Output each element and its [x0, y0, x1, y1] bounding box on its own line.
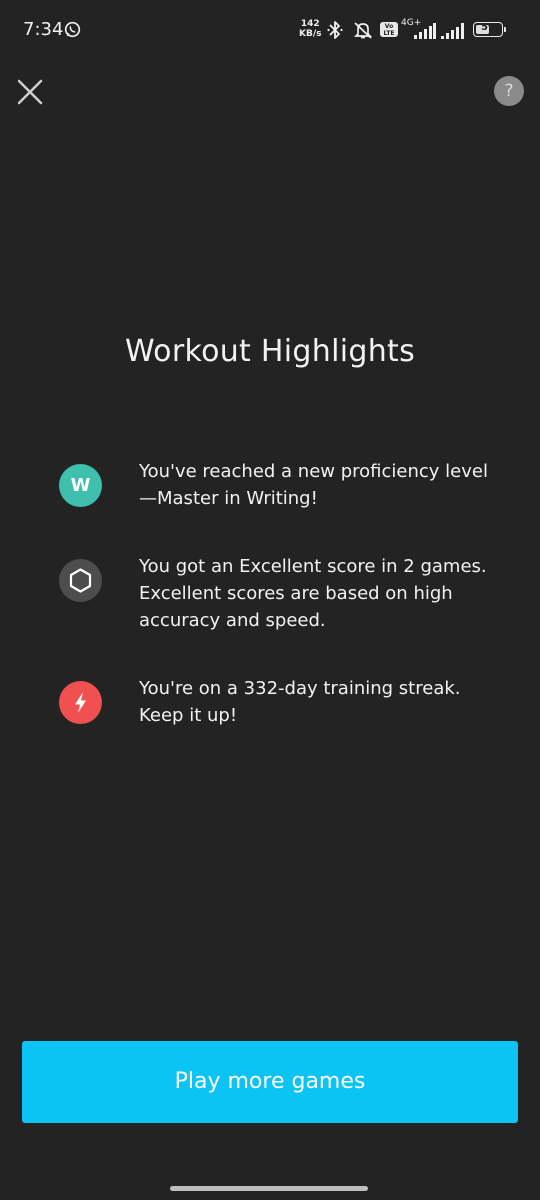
help-icon: ? — [504, 81, 514, 101]
highlight-line: Keep it up! — [139, 705, 238, 726]
highlight-text: You got an Excellent score in 2 games. E… — [139, 553, 519, 634]
volte-label-top: Vo — [384, 23, 394, 30]
writing-badge-label: W — [70, 475, 91, 496]
highlight-text: You're on a 332-day training streak. Kee… — [139, 675, 519, 729]
whatsapp-icon — [64, 21, 81, 38]
highlight-line: accuracy and speed. — [139, 610, 326, 631]
help-button[interactable]: ? — [494, 76, 524, 106]
status-time: 7:34 — [23, 19, 64, 40]
signal-icon — [441, 23, 464, 39]
close-button[interactable] — [14, 76, 46, 108]
close-icon — [17, 79, 43, 105]
highlight-line: —Master in Writing! — [139, 488, 318, 509]
page-title: Workout Highlights — [124, 334, 416, 369]
signal-icon — [414, 23, 436, 39]
writing-badge-icon: W — [59, 464, 102, 507]
network-speed-value: 142 — [300, 19, 320, 29]
highlight-text: You've reached a new proficiency level —… — [139, 458, 519, 512]
lightning-icon — [59, 681, 102, 724]
highlight-line: You got an Excellent score in 2 games. — [139, 556, 487, 577]
hexagon-icon — [59, 559, 102, 602]
battery-percent: 59 — [481, 22, 495, 33]
highlight-line: Excellent scores are based on high — [139, 583, 453, 604]
highlight-line: You've reached a new proficiency level — [139, 461, 488, 482]
battery-icon: 59 — [473, 22, 503, 37]
network-speed-unit: KB/s — [299, 29, 322, 39]
battery-tip — [504, 27, 506, 32]
mute-icon — [353, 22, 373, 39]
volte-icon: Vo LTE — [380, 22, 398, 37]
network-speed: 142 KB/s — [299, 19, 321, 39]
home-indicator[interactable] — [170, 1186, 368, 1191]
volte-label-bottom: LTE — [383, 30, 395, 37]
play-more-games-button[interactable]: Play more games — [22, 1041, 518, 1123]
highlight-line: You're on a 332-day training streak. — [139, 678, 461, 699]
status-bar: 7:34 142 KB/s Vo LTE 4G+ 59 — [0, 0, 540, 60]
bluetooth-icon — [327, 21, 343, 39]
